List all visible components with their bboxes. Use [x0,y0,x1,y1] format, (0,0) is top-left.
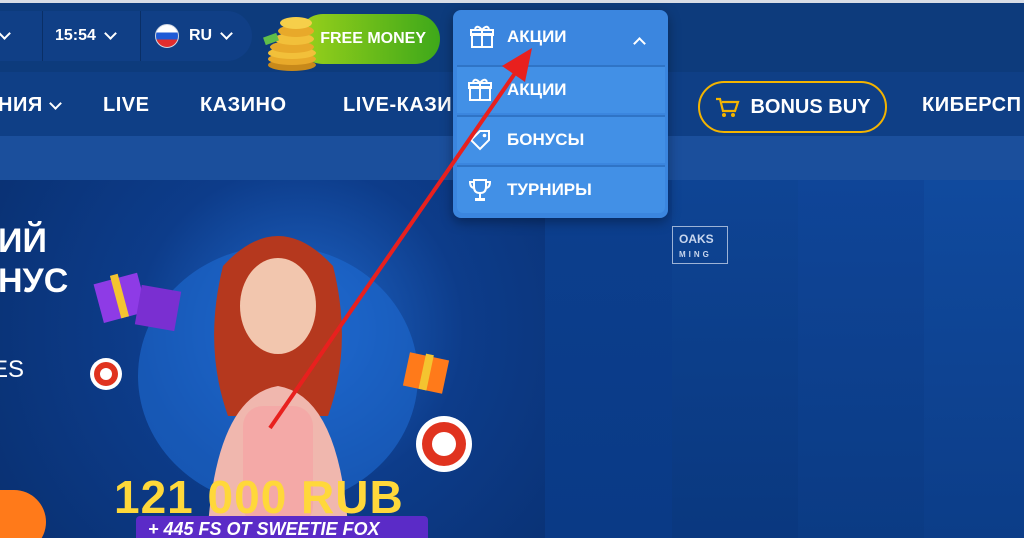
promo-banner-2[interactable] [545,180,675,538]
cart-icon [716,97,741,117]
provider-badge: OAKS MING [672,226,728,264]
hero-title-line1: ИЙ [0,222,47,260]
hero-subtitle: ES [0,356,25,383]
gift-icon [468,78,492,101]
language-label: RU [189,27,213,44]
russia-flag-icon [155,24,179,48]
hero-title-line2: НУС [0,262,69,300]
dropdown-item-label: ТУРНИРЫ [507,180,592,199]
nav-item-label: LIVE-КАЗИ [343,94,453,116]
coins-icon [263,17,316,71]
dropdown-item-promotions[interactable]: АКЦИИ [457,65,665,113]
nav-item-esports[interactable]: КИБЕРСП [922,94,1021,117]
time-dropdown[interactable]: 15:54 [42,11,117,61]
promotions-dropdown-toggle[interactable]: АКЦИИ [453,10,668,64]
settings-pill: 15:54 RU [0,11,252,61]
nav-item-label: КАЗИНО [200,94,287,116]
chevron-down-icon [48,96,62,110]
tag-icon [469,130,490,151]
dropdown-item-label: АКЦИИ [507,80,567,99]
nav-item-label: LIVE [103,94,150,116]
trophy-icon [468,179,492,201]
bonus-buy-button[interactable]: BONUS BUY [698,81,887,133]
chevron-down-icon [220,27,233,40]
chevron-down-icon [0,27,11,40]
dropdown-item-bonuses[interactable]: БОНУСЫ [457,115,665,163]
language-dropdown[interactable]: RU [140,11,233,61]
nav-item-live[interactable]: LIVE [103,94,149,117]
promotions-dropdown: АКЦИИ АКЦИИ БОНУСЫ ТУРНИРЫ [453,10,668,218]
gift-box-icon [93,272,182,332]
nav-item-label: КИБЕРСП [922,94,1022,116]
chevron-down-icon [104,27,117,40]
gift-icon [470,25,494,48]
dropdown-item-label: БОНУСЫ [507,130,585,149]
promotions-dropdown-label: АКЦИИ [507,27,567,46]
odds-format-dropdown[interactable] [0,11,11,61]
provider-badge-line1: OAKS [679,232,714,246]
nav-item-casino[interactable]: КАЗИНО [200,94,287,117]
casino-chip-icon [416,416,472,472]
casino-chip-icon [90,358,122,390]
chevron-up-icon [633,37,646,50]
promo-banner-5[interactable] [924,180,1024,538]
promo-banner-4[interactable] [798,180,928,538]
nav-item-label: НИЯ [0,94,43,116]
provider-badge-line2: MING [679,250,712,259]
nav-item-live-casino[interactable]: LIVE-КАЗИ [343,94,452,117]
free-money-label: FREE MONEY [320,30,426,47]
nav-item-lines[interactable]: НИЯ [0,94,62,117]
free-spins-label: + 445 FS ОТ SWEETIE FOX [136,516,428,538]
gift-box-icon [402,352,450,394]
dropdown-item-tournaments[interactable]: ТУРНИРЫ [457,165,665,213]
time-label: 15:54 [55,27,96,44]
bonus-buy-label: BONUS BUY [750,95,871,118]
